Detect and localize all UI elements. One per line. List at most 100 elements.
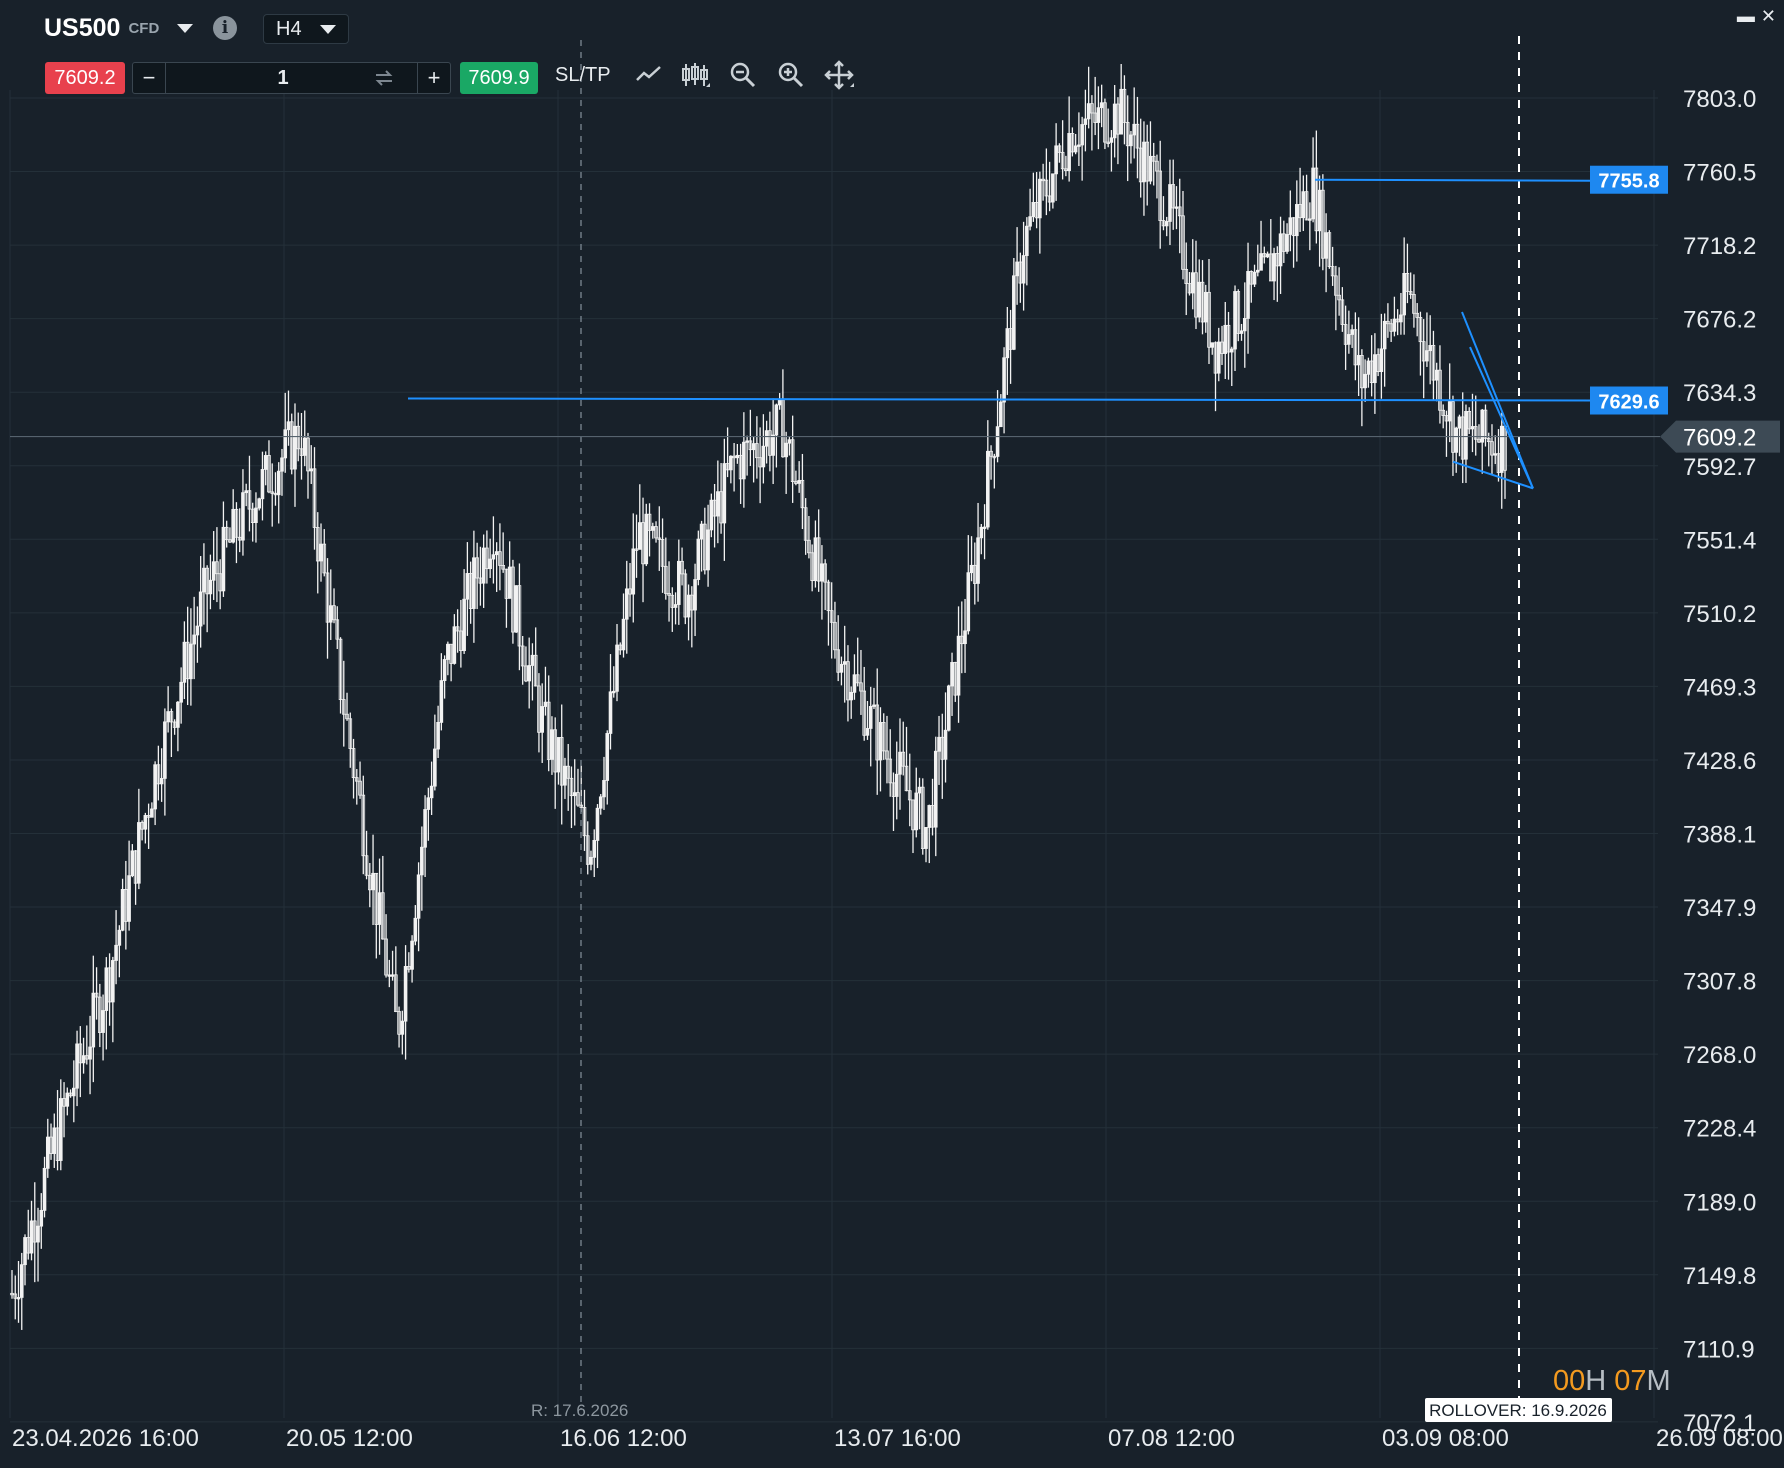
candle-body — [400, 1020, 405, 1035]
minimize-icon[interactable]: ▬ — [1737, 6, 1755, 27]
candle-body — [1464, 411, 1468, 460]
candle-body — [491, 554, 496, 560]
candle-body — [1347, 334, 1351, 345]
countdown-hours: 00 — [1553, 1365, 1586, 1397]
candle-body — [377, 892, 382, 925]
time-tick-label: 07.08 12:00 — [1108, 1425, 1235, 1452]
countdown-minutes-unit: M — [1646, 1365, 1671, 1397]
candle-body — [436, 722, 440, 750]
chevron-down-icon — [320, 24, 336, 34]
sltp-button[interactable]: SL/TP — [555, 64, 611, 87]
price-chart[interactable]: 7803.0 7760.5 7718.2 7676.2 7634.3 7592.7 7551… — [0, 0, 1784, 1468]
candle-body — [1012, 275, 1016, 350]
close-icon[interactable]: ✕ — [1761, 6, 1776, 27]
candle-body — [1119, 88, 1123, 135]
crosshair-icon[interactable] — [824, 60, 854, 90]
time-tick-label: 26.09 08:00 — [1656, 1425, 1783, 1452]
candle-body — [1083, 118, 1088, 125]
candle-body — [784, 442, 788, 458]
candle-body — [615, 644, 619, 692]
candle-body — [995, 426, 1000, 457]
candle-body — [976, 537, 980, 584]
support-price-label: 7629.6 — [1598, 392, 1659, 414]
zoom-in-icon[interactable] — [776, 60, 806, 90]
candle-body — [1005, 328, 1010, 359]
candle-body — [820, 563, 824, 582]
decrease-quantity-button[interactable]: − — [133, 63, 166, 93]
candle-body — [283, 429, 288, 459]
swap-icon[interactable] — [373, 67, 395, 89]
time-tick-label: 13.07 16:00 — [834, 1425, 961, 1452]
candle-body — [969, 564, 974, 574]
candle-body — [36, 1225, 40, 1243]
candle-body — [1295, 204, 1299, 237]
candle-body — [849, 691, 854, 701]
candle-body — [673, 604, 678, 608]
candle-body — [280, 457, 284, 472]
candle-body — [1216, 341, 1221, 374]
candle-body — [429, 785, 434, 799]
candle-body — [1272, 253, 1276, 282]
timeframe-select[interactable]: H4 — [263, 14, 349, 44]
candle-body — [189, 643, 193, 680]
price-tick-label: 7347.9 — [1683, 895, 1756, 922]
candle-body — [699, 523, 704, 540]
candle-body — [1350, 329, 1354, 335]
quantity-stepper[interactable]: − 1 + — [132, 62, 451, 94]
candle-body — [1210, 342, 1215, 348]
info-icon[interactable]: i — [213, 16, 237, 40]
price-tick-label: 7510.2 — [1683, 601, 1756, 628]
candle-body — [1470, 426, 1475, 430]
candle-body — [58, 1098, 63, 1161]
candle-body — [1077, 144, 1081, 147]
candle-body — [293, 425, 297, 470]
symbol-selector[interactable]: US500 CFD — [44, 10, 194, 46]
candle-body — [276, 470, 281, 496]
candle-body — [231, 508, 235, 543]
line-chart-icon[interactable] — [634, 60, 664, 90]
candle-body — [127, 875, 131, 922]
candle-body — [104, 967, 109, 1011]
buy-button[interactable]: 7609.9 — [460, 62, 538, 94]
zoom-out-icon[interactable] — [728, 60, 758, 90]
candle-body — [472, 557, 476, 609]
candle-body — [137, 822, 141, 884]
candle-body — [943, 729, 948, 760]
candle-body — [1054, 145, 1058, 175]
candle-body — [556, 737, 561, 773]
candle-body — [416, 874, 421, 919]
candle-body — [1051, 173, 1055, 203]
candle-body — [1324, 232, 1328, 259]
candle-body — [254, 507, 258, 524]
candle-body — [328, 605, 333, 623]
drawing-overlays[interactable] — [10, 36, 1660, 1410]
candle-body — [1142, 141, 1146, 183]
price-tick-label: 7307.8 — [1683, 969, 1756, 996]
candle-body — [950, 662, 954, 687]
price-tick-label: 7149.8 — [1683, 1263, 1756, 1290]
price-tick-label: 7592.7 — [1683, 454, 1756, 481]
candle-body — [797, 479, 801, 484]
price-tick-label: 7428.6 — [1683, 748, 1756, 775]
candle-body — [1203, 291, 1208, 323]
candlestick-icon[interactable] — [680, 60, 710, 90]
candle-body — [1366, 360, 1371, 375]
resistance-price-label: 7755.8 — [1598, 171, 1659, 193]
candle-body — [1021, 255, 1026, 284]
candle-body — [91, 992, 96, 1048]
increase-quantity-button[interactable]: + — [417, 63, 450, 93]
quantity-input[interactable]: 1 — [253, 63, 313, 93]
sell-button[interactable]: 7609.2 — [45, 62, 125, 94]
candle-body — [465, 573, 470, 600]
candle-body — [999, 401, 1003, 428]
current-price-label: 7609.2 — [1683, 425, 1756, 452]
candle-body — [1223, 324, 1228, 354]
candle-body — [1168, 184, 1172, 222]
candle-body — [1382, 320, 1387, 350]
time-axis: 23.04.2026 16:00 20.05 12:00 16.06 12:00 13… — [12, 1398, 1783, 1452]
candle-body — [709, 499, 714, 531]
candle-body — [120, 889, 125, 931]
candle-body — [263, 455, 268, 470]
candle-body — [1109, 137, 1114, 143]
candle-body — [592, 840, 597, 858]
